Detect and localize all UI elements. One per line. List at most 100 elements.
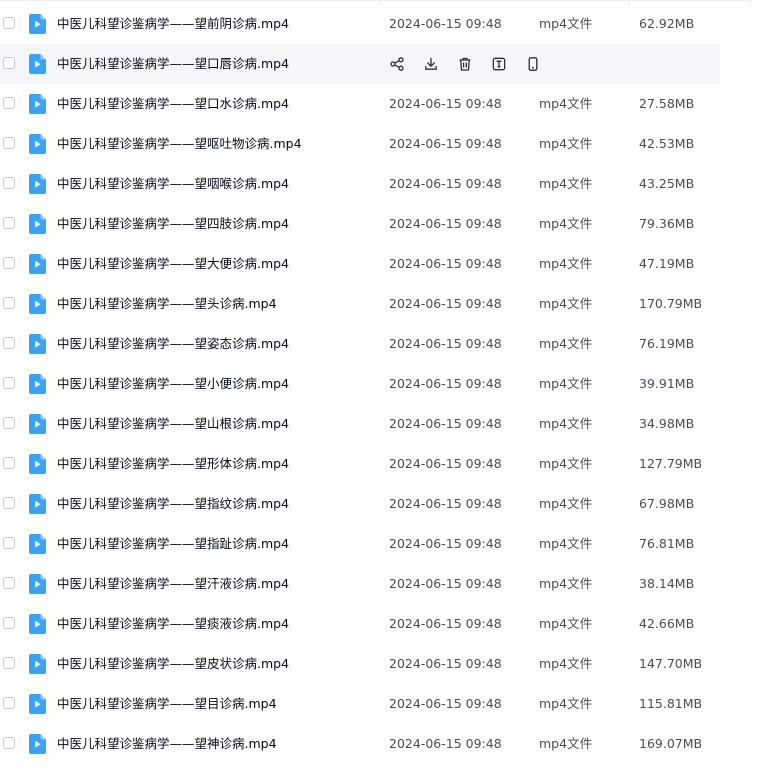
file-type: mp4文件 (539, 736, 593, 751)
row-checkbox[interactable] (3, 497, 15, 509)
row-checkbox[interactable] (3, 17, 15, 29)
file-name[interactable]: 中医儿科望诊鉴病学——望痰液诊病.mp4 (57, 615, 289, 633)
text-recognize-icon[interactable] (490, 55, 508, 73)
file-type: mp4文件 (539, 416, 593, 431)
file-row[interactable]: 中医儿科望诊鉴病学——望痰液诊病.mp4 2024-06-15 09:48 mp4文… (0, 604, 720, 644)
file-name[interactable]: 中医儿科望诊鉴病学——望姿态诊病.mp4 (57, 335, 289, 353)
file-row[interactable]: 中医儿科望诊鉴病学——望咽喉诊病.mp4 2024-06-15 09:48 mp4文… (0, 164, 720, 204)
row-checkbox[interactable] (3, 177, 15, 189)
file-row[interactable]: 中医儿科望诊鉴病学——望皮状诊病.mp4 2024-06-15 09:48 mp4文… (0, 644, 720, 684)
row-checkbox[interactable] (3, 97, 15, 109)
file-type: mp4文件 (539, 16, 593, 31)
file-name[interactable]: 中医儿科望诊鉴病学——望山根诊病.mp4 (57, 415, 289, 433)
file-date: 2024-06-15 09:48 (389, 216, 502, 231)
file-name[interactable]: 中医儿科望诊鉴病学——望呕吐物诊病.mp4 (57, 135, 302, 153)
file-row[interactable]: 中医儿科望诊鉴病学——望口水诊病.mp4 2024-06-15 09:48 mp4文… (0, 84, 720, 124)
file-type: mp4文件 (539, 496, 593, 511)
file-name[interactable]: 中医儿科望诊鉴病学——望指趾诊病.mp4 (57, 535, 289, 553)
file-size: 67.98MB (639, 496, 695, 511)
row-checkbox[interactable] (3, 57, 15, 69)
file-type: mp4文件 (539, 256, 593, 271)
file-row[interactable]: 中医儿科望诊鉴病学——望姿态诊病.mp4 2024-06-15 09:48 mp4文… (0, 324, 720, 364)
row-checkbox[interactable] (3, 657, 15, 669)
share-icon[interactable] (388, 55, 406, 73)
row-checkbox[interactable] (3, 617, 15, 629)
file-row[interactable]: 中医儿科望诊鉴病学——望四肢诊病.mp4 2024-06-15 09:48 mp4文… (0, 204, 720, 244)
file-name[interactable]: 中医儿科望诊鉴病学——望咽喉诊病.mp4 (57, 175, 289, 193)
file-type: mp4文件 (539, 696, 593, 711)
video-file-icon (29, 454, 46, 474)
file-name[interactable]: 中医儿科望诊鉴病学——望口水诊病.mp4 (57, 95, 289, 113)
file-name[interactable]: 中医儿科望诊鉴病学——望四肢诊病.mp4 (57, 215, 289, 233)
file-date: 2024-06-15 09:48 (389, 696, 502, 711)
file-name[interactable]: 中医儿科望诊鉴病学——望小便诊病.mp4 (57, 375, 289, 393)
video-file-icon (29, 94, 46, 114)
file-date: 2024-06-15 09:48 (389, 256, 502, 271)
file-row[interactable]: 中医儿科望诊鉴病学——望指纹诊病.mp4 2024-06-15 09:48 mp4文… (0, 484, 720, 524)
row-checkbox[interactable] (3, 337, 15, 349)
file-type: mp4文件 (539, 576, 593, 591)
video-file-icon (29, 174, 46, 194)
row-checkbox[interactable] (3, 417, 15, 429)
file-row[interactable]: 中医儿科望诊鉴病学——望指趾诊病.mp4 2024-06-15 09:48 mp4文… (0, 524, 720, 564)
video-file-icon (29, 574, 46, 594)
file-name[interactable]: 中医儿科望诊鉴病学——望汗液诊病.mp4 (57, 575, 289, 593)
video-file-icon (29, 614, 46, 634)
video-file-icon (29, 414, 46, 434)
file-row[interactable]: 中医儿科望诊鉴病学——望小便诊病.mp4 2024-06-15 09:48 mp4文… (0, 364, 720, 404)
file-type: mp4文件 (539, 656, 593, 671)
file-type: mp4文件 (539, 296, 593, 311)
file-type: mp4文件 (539, 336, 593, 351)
video-file-icon (29, 334, 46, 354)
row-checkbox[interactable] (3, 297, 15, 309)
row-checkbox[interactable] (3, 697, 15, 709)
download-icon[interactable] (422, 55, 440, 73)
row-checkbox[interactable] (3, 137, 15, 149)
file-row[interactable]: 中医儿科望诊鉴病学——望呕吐物诊病.mp4 2024-06-15 09:48 mp4… (0, 124, 720, 164)
file-date: 2024-06-15 09:48 (389, 96, 502, 111)
file-date: 2024-06-15 09:48 (389, 656, 502, 671)
phone-send-icon[interactable] (524, 55, 542, 73)
trash-icon[interactable] (456, 55, 474, 73)
file-name[interactable]: 中医儿科望诊鉴病学——望形体诊病.mp4 (57, 455, 289, 473)
file-size: 127.79MB (639, 456, 703, 471)
file-row[interactable]: 中医儿科望诊鉴病学——望神诊病.mp4 2024-06-15 09:48 mp4文件… (0, 724, 720, 764)
row-checkbox[interactable] (3, 737, 15, 749)
row-checkbox[interactable] (3, 217, 15, 229)
file-row[interactable]: 中医儿科望诊鉴病学——望形体诊病.mp4 2024-06-15 09:48 mp4文… (0, 444, 720, 484)
row-checkbox[interactable] (3, 457, 15, 469)
file-name[interactable]: 中医儿科望诊鉴病学——望皮状诊病.mp4 (57, 655, 289, 673)
file-size: 169.07MB (639, 736, 703, 751)
file-name[interactable]: 中医儿科望诊鉴病学——望指纹诊病.mp4 (57, 495, 289, 513)
file-row[interactable]: 中医儿科望诊鉴病学——望汗液诊病.mp4 2024-06-15 09:48 mp4文… (0, 564, 720, 604)
file-row[interactable]: 中医儿科望诊鉴病学——望大便诊病.mp4 2024-06-15 09:48 mp4文… (0, 244, 720, 284)
file-row[interactable]: 中医儿科望诊鉴病学——望前阴诊病.mp4 2024-06-15 09:48 mp4文… (0, 4, 720, 44)
video-file-icon (29, 254, 46, 274)
file-row[interactable]: 中医儿科望诊鉴病学——望口唇诊病.mp4 (0, 44, 720, 84)
file-size: 27.58MB (639, 96, 695, 111)
file-row[interactable]: 中医儿科望诊鉴病学——望山根诊病.mp4 2024-06-15 09:48 mp4文… (0, 404, 720, 444)
file-row[interactable]: 中医儿科望诊鉴病学——望头诊病.mp4 2024-06-15 09:48 mp4文件… (0, 284, 720, 324)
file-name[interactable]: 中医儿科望诊鉴病学——望目诊病.mp4 (57, 695, 277, 713)
file-date: 2024-06-15 09:48 (389, 616, 502, 631)
file-type: mp4文件 (539, 536, 593, 551)
file-name[interactable]: 中医儿科望诊鉴病学——望前阴诊病.mp4 (57, 15, 289, 33)
row-checkbox[interactable] (3, 377, 15, 389)
file-row[interactable]: 中医儿科望诊鉴病学——望目诊病.mp4 2024-06-15 09:48 mp4文件… (0, 684, 720, 724)
file-name[interactable]: 中医儿科望诊鉴病学——望口唇诊病.mp4 (57, 55, 289, 73)
file-name[interactable]: 中医儿科望诊鉴病学——望神诊病.mp4 (57, 735, 277, 753)
file-name[interactable]: 中医儿科望诊鉴病学——望大便诊病.mp4 (57, 255, 289, 273)
file-name[interactable]: 中医儿科望诊鉴病学——望头诊病.mp4 (57, 295, 277, 313)
file-type: mp4文件 (539, 216, 593, 231)
video-file-icon (29, 14, 46, 34)
row-checkbox[interactable] (3, 577, 15, 589)
file-size: 42.53MB (639, 136, 695, 151)
video-file-icon (29, 694, 46, 714)
file-size: 34.98MB (639, 416, 695, 431)
row-checkbox[interactable] (3, 537, 15, 549)
file-date: 2024-06-15 09:48 (389, 536, 502, 551)
file-date: 2024-06-15 09:48 (389, 496, 502, 511)
file-size: 47.19MB (639, 256, 695, 271)
row-checkbox[interactable] (3, 257, 15, 269)
file-type: mp4文件 (539, 456, 593, 471)
